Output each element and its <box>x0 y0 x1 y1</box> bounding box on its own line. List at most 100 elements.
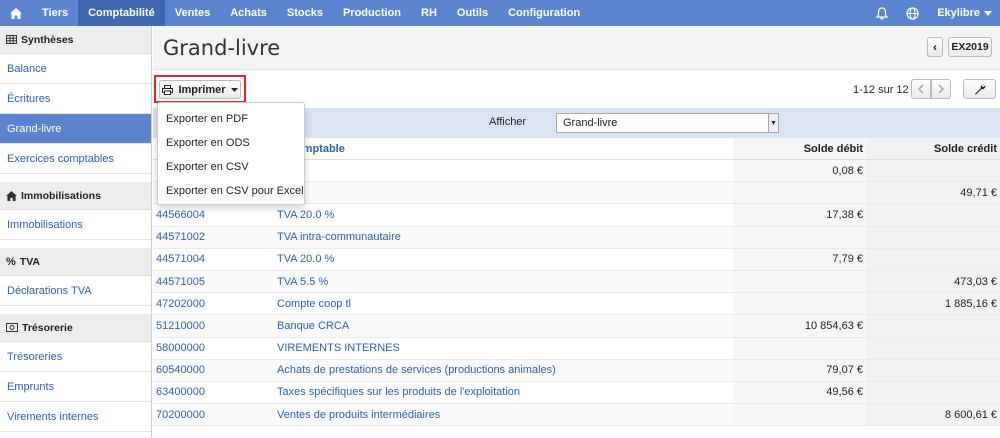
credit-value: 49,71 € <box>960 186 997 199</box>
debit-value <box>733 338 863 359</box>
sidebar-item-exercices[interactable]: Exercices comptables <box>0 144 151 174</box>
sidebar-section-syntheses: Synthèses <box>0 26 151 54</box>
account-number-link[interactable]: 47202000 <box>156 293 205 314</box>
table-row: 44571005 TVA 5.5 % 473,03 € <box>153 270 1000 294</box>
sidebar-section-title: TVA <box>19 255 41 268</box>
credit-value <box>865 315 997 336</box>
debit-value <box>733 227 863 248</box>
home-icon[interactable] <box>0 0 32 26</box>
account-label-link[interactable]: TVA 5.5 % <box>277 271 328 292</box>
credit-value <box>865 360 997 381</box>
prev-page-button[interactable] <box>911 79 931 99</box>
wrench-icon <box>974 84 985 95</box>
nav-configuration[interactable]: Configuration <box>498 0 590 26</box>
debit-value <box>733 404 863 425</box>
print-button[interactable]: Imprimer <box>159 80 241 99</box>
debit-value: 0,08 € <box>832 164 863 177</box>
sidebar-item-tresoreries[interactable]: Trésoreries <box>0 342 151 372</box>
account-number-link[interactable]: 44571002 <box>156 227 205 248</box>
export-csv-excel-item[interactable]: Exporter en CSV pour Excel <box>158 179 304 203</box>
nav-achats[interactable]: Achats <box>220 0 277 26</box>
credit-value <box>865 382 997 403</box>
export-csv-item[interactable]: Exporter en CSV <box>158 155 304 179</box>
view-select[interactable]: Grand-livre ▼ <box>556 113 779 133</box>
export-ods-item[interactable]: Exporter en ODS <box>158 131 304 155</box>
debit-value: 79,07 € <box>826 364 863 377</box>
sidebar: Synthèses Balance Écritures Grand-livre … <box>0 26 152 438</box>
table-icon <box>6 35 17 44</box>
money-icon <box>6 323 18 332</box>
account-label-link[interactable]: TVA intra-communautaire <box>277 227 401 248</box>
globe-icon[interactable] <box>897 0 927 26</box>
header-debit[interactable]: Solde débit <box>733 138 863 159</box>
account-label-link[interactable]: Compte coop tl <box>277 293 351 314</box>
account-number-link[interactable]: 51210000 <box>156 315 205 336</box>
top-navbar: Tiers Comptabilité Ventes Achats Stocks … <box>0 0 1000 26</box>
account-number-link[interactable]: 44571004 <box>156 249 205 270</box>
sidebar-item-emprunts[interactable]: Emprunts <box>0 372 151 402</box>
sidebar-item-grand-livre[interactable]: Grand-livre <box>0 114 151 144</box>
credit-value: 1 885,16 € <box>945 297 997 310</box>
sidebar-item-declarations-tva[interactable]: Déclarations TVA <box>0 276 151 306</box>
account-number-link[interactable]: 58000000 <box>156 338 205 359</box>
settings-button[interactable] <box>963 79 996 99</box>
view-select-value: Grand-livre <box>563 117 618 129</box>
export-pdf-item[interactable]: Exporter en PDF <box>158 107 304 131</box>
sidebar-item-virements-internes[interactable]: Virements internes <box>0 402 151 432</box>
account-label-link[interactable]: TVA 20.0 % <box>277 249 334 270</box>
nav-comptabilite[interactable]: Comptabilité <box>78 0 165 26</box>
sidebar-item-immobilisations[interactable]: Immobilisations <box>0 210 151 240</box>
credit-value <box>865 249 997 270</box>
sidebar-item-ecritures[interactable]: Écritures <box>0 84 151 114</box>
sidebar-item-balance[interactable]: Balance <box>0 54 151 84</box>
account-label-link[interactable]: Banque CRCA <box>277 315 349 336</box>
nav-outils[interactable]: Outils <box>447 0 498 26</box>
credit-value <box>865 204 997 225</box>
account-label-link[interactable]: TVA 20.0 % <box>277 204 334 225</box>
caret-down-icon <box>230 87 238 92</box>
nav-ventes[interactable]: Ventes <box>165 0 220 26</box>
debit-value: 7,79 € <box>832 253 863 266</box>
nav-production[interactable]: Production <box>333 0 411 26</box>
account-label-link[interactable]: Ventes de produits intermédiaires <box>277 404 440 425</box>
print-label: Imprimer <box>178 83 226 96</box>
header-credit[interactable]: Solde crédit <box>865 138 997 159</box>
user-menu[interactable]: Ekylibre <box>927 7 1000 19</box>
next-page-button[interactable] <box>931 79 951 99</box>
chevron-right-icon <box>938 84 944 94</box>
exercise-button[interactable]: EX2019 <box>948 37 992 57</box>
print-button-highlight: Imprimer <box>154 75 246 103</box>
nav-rh[interactable]: RH <box>411 0 447 26</box>
pager-text: 1-12 sur 12 <box>853 84 909 96</box>
printer-icon <box>162 84 174 95</box>
sidebar-section-title: Synthèses <box>21 33 74 46</box>
caret-down-icon <box>984 10 992 16</box>
account-number-link[interactable]: 63400000 <box>156 382 205 403</box>
account-label-link[interactable]: Achats de prestations de services (produ… <box>277 360 556 381</box>
table-row: 70200000 Ventes de produits intermédiaire… <box>153 404 1000 427</box>
debit-value: 10 854,63 € <box>804 319 863 332</box>
sidebar-gap <box>0 306 151 314</box>
table-row: 44571002 TVA intra-communautaire <box>153 226 1000 249</box>
filter-label: Afficher <box>489 116 527 128</box>
debit-value <box>733 271 863 292</box>
title-bar: Grand-livre ‹ EX2019 <box>153 26 1000 70</box>
account-label-link[interactable]: Taxes spécifiques sur les produits de l'… <box>277 382 520 403</box>
account-number-link[interactable]: 44571005 <box>156 271 205 292</box>
nav-stocks[interactable]: Stocks <box>277 0 333 26</box>
back-button[interactable]: ‹ <box>927 37 943 57</box>
account-number-link[interactable]: 70200000 <box>156 404 205 425</box>
table-row: 58000000 VIREMENTS INTERNES <box>153 337 1000 360</box>
bell-icon[interactable] <box>867 0 897 26</box>
nav-tiers[interactable]: Tiers <box>32 0 78 26</box>
account-number-link[interactable]: 60540000 <box>156 360 205 381</box>
percent-icon: % <box>6 255 16 268</box>
credit-value <box>865 160 997 181</box>
home-icon <box>6 190 17 201</box>
table-row: 51210000 Banque CRCA 10 854,63 € <box>153 315 1000 338</box>
account-label-link[interactable]: VIREMENTS INTERNES <box>277 338 400 359</box>
sidebar-section-immobilisations: Immobilisations <box>0 182 151 210</box>
account-number-link[interactable]: 44566004 <box>156 204 205 225</box>
sidebar-section-title: Immobilisations <box>21 189 101 202</box>
user-name: Ekylibre <box>937 7 980 19</box>
